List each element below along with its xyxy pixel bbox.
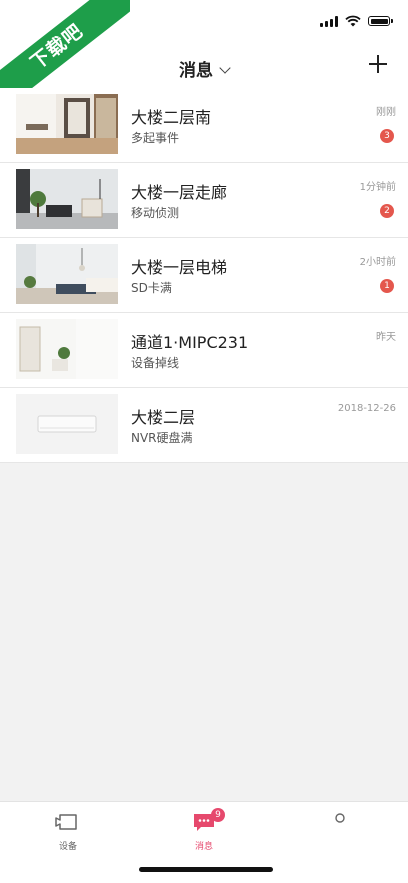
- message-title: 通道1·MIPC231: [131, 333, 249, 352]
- message-title: 大楼二层: [131, 408, 196, 427]
- unread-badge: 2: [380, 204, 394, 218]
- tab-devices[interactable]: 设备: [28, 812, 108, 852]
- message-time: 2018-12-26: [337, 403, 396, 414]
- page-title-dropdown[interactable]: 消息: [0, 56, 408, 81]
- message-time: 1分钟前: [359, 182, 396, 193]
- camera-snapshot-image: [16, 94, 118, 154]
- unread-badge: 1: [380, 279, 394, 293]
- message-row[interactable]: 通道1·MIPC231 设备掉线 昨天: [0, 313, 408, 388]
- message-list: 大楼二层南 多起事件 刚刚 3 大楼一层走廊 移动侦测 1分钟前 2 大楼一层电…: [0, 88, 408, 463]
- message-title: 大楼一层电梯: [131, 258, 228, 277]
- camera-snapshot-image: [16, 169, 118, 229]
- wifi-icon: [345, 15, 361, 27]
- status-bar-icons: [320, 15, 393, 27]
- device-image: [16, 394, 118, 454]
- tab-label: 设备: [58, 842, 77, 852]
- message-title: 大楼二层南: [131, 108, 212, 127]
- message-title: 大楼一层走廊: [131, 183, 228, 202]
- camera-snapshot-image: [16, 319, 118, 379]
- message-subtitle: 设备掉线: [131, 356, 180, 370]
- message-subtitle: SD卡满: [131, 281, 172, 295]
- person-icon: [335, 813, 345, 823]
- tab-label: 消息: [194, 842, 213, 852]
- cellular-signal-icon: [320, 15, 338, 27]
- message-row[interactable]: 大楼二层南 多起事件 刚刚 3: [0, 88, 408, 163]
- message-time: 昨天: [376, 332, 396, 343]
- battery-icon: [368, 16, 393, 26]
- unread-badge: 3: [380, 129, 394, 143]
- camera-device-icon: [55, 814, 77, 830]
- chevron-down-icon: [219, 62, 231, 74]
- message-row[interactable]: 大楼二层 NVR硬盘满 2018-12-26: [0, 388, 408, 463]
- message-subtitle: NVR硬盘满: [131, 431, 193, 445]
- message-row[interactable]: 大楼一层电梯 SD卡满 2小时前 1: [0, 238, 408, 313]
- message-time: 刚刚: [376, 107, 396, 118]
- message-subtitle: 多起事件: [131, 131, 180, 145]
- home-indicator[interactable]: [139, 867, 273, 872]
- tab-me[interactable]: [300, 812, 380, 831]
- add-button[interactable]: [368, 54, 388, 74]
- messages-badge: 9: [211, 808, 225, 822]
- message-subtitle: 移动侦测: [131, 206, 180, 220]
- page-title: 消息: [179, 61, 213, 81]
- message-row[interactable]: 大楼一层走廊 移动侦测 1分钟前 2: [0, 163, 408, 238]
- camera-snapshot-image: [16, 244, 118, 304]
- tab-messages[interactable]: 9 消息: [164, 808, 244, 852]
- message-time: 2小时前: [359, 257, 396, 268]
